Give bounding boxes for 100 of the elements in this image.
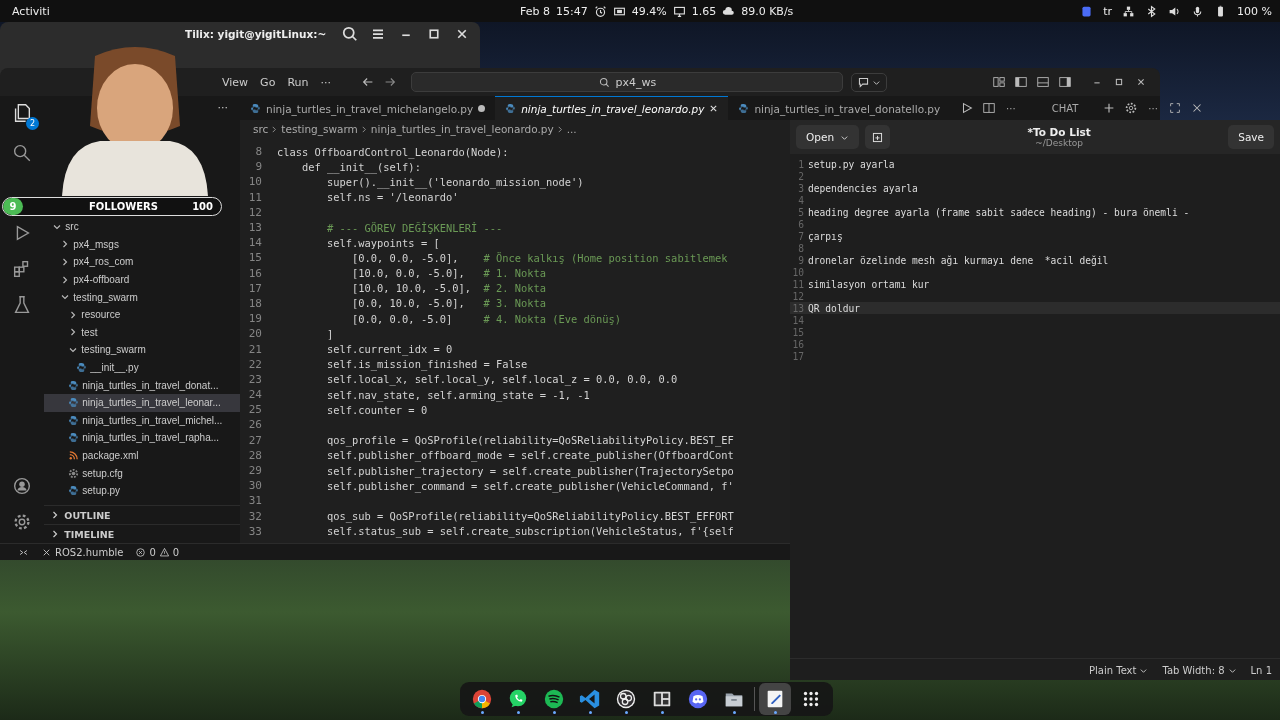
line-number: 17 bbox=[791, 350, 804, 362]
file-tree-item[interactable]: px4_ros_com bbox=[44, 253, 240, 271]
file-tree-item[interactable]: setup.cfg bbox=[44, 464, 240, 482]
search-icon[interactable] bbox=[340, 24, 360, 44]
network-icon[interactable] bbox=[1122, 4, 1136, 18]
clock-date[interactable]: Feb 8 bbox=[520, 4, 550, 18]
indicator-reading: 1.65 bbox=[691, 4, 717, 18]
code-line: self.publisher_offboard_mode = self.create_publisher(OffboardCont bbox=[326, 449, 734, 462]
file-tree-item[interactable]: testing_swarm bbox=[44, 288, 240, 306]
code-editor-icon[interactable] bbox=[579, 688, 601, 710]
code-line: self.status_sub = self.create_subscription(VehicleStatus, f'{self bbox=[326, 525, 734, 538]
line-number: 12 bbox=[791, 290, 804, 302]
code-line: [0.0, 10.0, -5.0], # 3. Nokta bbox=[351, 297, 546, 310]
line-number: 23 bbox=[247, 372, 262, 386]
code-line: [0.0, 0.0, -5.0], # Önce kalkış (Home position sabitlemek bbox=[351, 251, 728, 264]
chat-sparkle-icon bbox=[856, 75, 870, 89]
browser-icon[interactable] bbox=[471, 688, 493, 710]
line-number: 13 bbox=[791, 302, 804, 314]
file-tree-item[interactable]: px4-offboard bbox=[44, 270, 240, 289]
chat-button[interactable] bbox=[850, 72, 887, 92]
cursor-position[interactable]: Ln 1 bbox=[1250, 664, 1272, 676]
monitor-icon bbox=[672, 4, 686, 18]
python-file-icon bbox=[68, 397, 80, 409]
code-line: self.counter = 0 bbox=[326, 403, 428, 416]
editor-tab[interactable]: ninja_turtles_in_travel_leonardo.py bbox=[495, 96, 729, 120]
menu-item[interactable]: View bbox=[222, 75, 249, 89]
file-tree-item[interactable]: test bbox=[44, 323, 240, 342]
record-circle-icon[interactable] bbox=[615, 688, 637, 710]
badge-icon[interactable] bbox=[1080, 4, 1094, 18]
line-number: 15 bbox=[247, 251, 262, 265]
keyboard-layout[interactable]: tr bbox=[1103, 4, 1113, 18]
editor-tab[interactable]: ninja_turtles_in_travel_michelangelo.py bbox=[240, 96, 496, 120]
language-selector[interactable]: Plain Text bbox=[1089, 664, 1149, 676]
sidebar-left-icon[interactable] bbox=[1014, 75, 1028, 89]
line-number: 22 bbox=[247, 357, 262, 371]
maximize-icon[interactable] bbox=[1167, 101, 1182, 115]
line-number: 21 bbox=[247, 342, 262, 356]
text-line: dronelar özelinde mesh ağı kurmayı dene *acil değil bbox=[808, 254, 1109, 266]
chat-bubble-icon[interactable] bbox=[507, 688, 529, 710]
more-actions-button[interactable]: ··· bbox=[217, 100, 228, 114]
remote-status[interactable]: ROS2.humble bbox=[41, 546, 124, 558]
run-icon[interactable] bbox=[960, 101, 975, 115]
more-actions-button[interactable]: ··· bbox=[1148, 102, 1158, 114]
new-tab-button[interactable] bbox=[865, 125, 891, 149]
menu-item[interactable]: Run bbox=[287, 75, 309, 89]
editor-tab[interactable]: ninja_turtles_in_travel_donatello.py bbox=[728, 96, 951, 120]
code-line: self.publisher_trajectory = self.create_publisher(TrajectorySetpo bbox=[326, 464, 734, 477]
game-controller-icon[interactable] bbox=[687, 688, 709, 710]
line-number: 16 bbox=[247, 266, 262, 280]
sidebar-right-icon[interactable] bbox=[1058, 75, 1072, 89]
window-title: Tilix: yigit@yigitLinux:~ bbox=[185, 28, 327, 40]
file-tree-item[interactable]: px4_msgs bbox=[44, 235, 240, 254]
line-number: 8 bbox=[797, 242, 804, 254]
line-number: 4 bbox=[797, 194, 804, 206]
back-arrow-icon[interactable] bbox=[360, 75, 375, 89]
code-line: # --- GÖREV DEĞİŞKENLERİ --- bbox=[326, 221, 503, 234]
close-icon[interactable] bbox=[709, 104, 719, 113]
open-button[interactable]: Open bbox=[796, 125, 860, 149]
python-file-icon bbox=[68, 485, 80, 497]
line-number: 2 bbox=[797, 170, 804, 182]
layout-icon[interactable] bbox=[992, 75, 1006, 89]
cloud-upload-icon bbox=[722, 4, 736, 18]
panel-section-header[interactable]: OUTLINE bbox=[44, 505, 240, 524]
more-actions-button[interactable]: ··· bbox=[1006, 102, 1016, 114]
music-circle-icon[interactable] bbox=[543, 688, 565, 710]
split-editor-icon[interactable] bbox=[982, 101, 997, 115]
line-number: 16 bbox=[791, 338, 804, 350]
line-number: 32 bbox=[247, 509, 262, 523]
line-number: 15 bbox=[791, 326, 804, 338]
panel-bottom-icon[interactable] bbox=[1036, 75, 1050, 89]
line-number: 6 bbox=[797, 218, 804, 230]
file-tree-item[interactable]: resource bbox=[44, 305, 240, 324]
new-tab-icon bbox=[871, 130, 885, 144]
search-field[interactable]: px4_ws bbox=[410, 72, 843, 92]
file-tree-item[interactable]: src bbox=[44, 218, 240, 236]
file-tree-item[interactable]: ninja_turtles_in_travel_donat... bbox=[44, 376, 240, 394]
file-tree-item[interactable]: package.xml bbox=[44, 446, 240, 465]
code-line: self.ns = '/leonardo' bbox=[326, 191, 459, 204]
file-tree-item[interactable]: ninja_turtles_in_travel_leonar... bbox=[44, 393, 240, 412]
save-button[interactable]: Save bbox=[1228, 125, 1274, 149]
tab-width-selector[interactable]: Tab Width: 8 bbox=[1162, 664, 1237, 676]
line-number: 14 bbox=[247, 236, 262, 250]
clock-time[interactable]: 15:47 bbox=[556, 4, 588, 18]
breadcrumb-item[interactable]: ninja_turtles_in_travel_leonardo.py bbox=[370, 123, 554, 135]
menu-item[interactable]: Go bbox=[260, 75, 276, 89]
file-tree-item[interactable]: ninja_turtles_in_travel_michel... bbox=[44, 411, 240, 430]
line-number: 7 bbox=[797, 230, 804, 242]
file-tree-item[interactable]: testing_swarm bbox=[44, 341, 240, 359]
problems-status[interactable]: 0 0 bbox=[135, 546, 180, 558]
menu-item[interactable]: ··· bbox=[320, 75, 331, 89]
settings-icon[interactable] bbox=[1124, 101, 1139, 115]
file-tree-item[interactable]: setup.py bbox=[44, 481, 240, 500]
breadcrumb-item[interactable]: src bbox=[253, 123, 269, 135]
activities-button[interactable]: Activiti bbox=[0, 4, 520, 18]
file-tree-item[interactable]: __init__.py bbox=[44, 358, 240, 377]
breadcrumb-item[interactable]: ... bbox=[566, 123, 577, 135]
breadcrumb-item[interactable]: testing_swarm bbox=[281, 123, 358, 135]
code-line: [10.0, 10.0, -5.0], # 2. Nokta bbox=[351, 282, 546, 295]
alarm-clock-icon bbox=[593, 4, 607, 18]
file-tree-item[interactable]: ninja_turtles_in_travel_rapha... bbox=[44, 429, 240, 447]
